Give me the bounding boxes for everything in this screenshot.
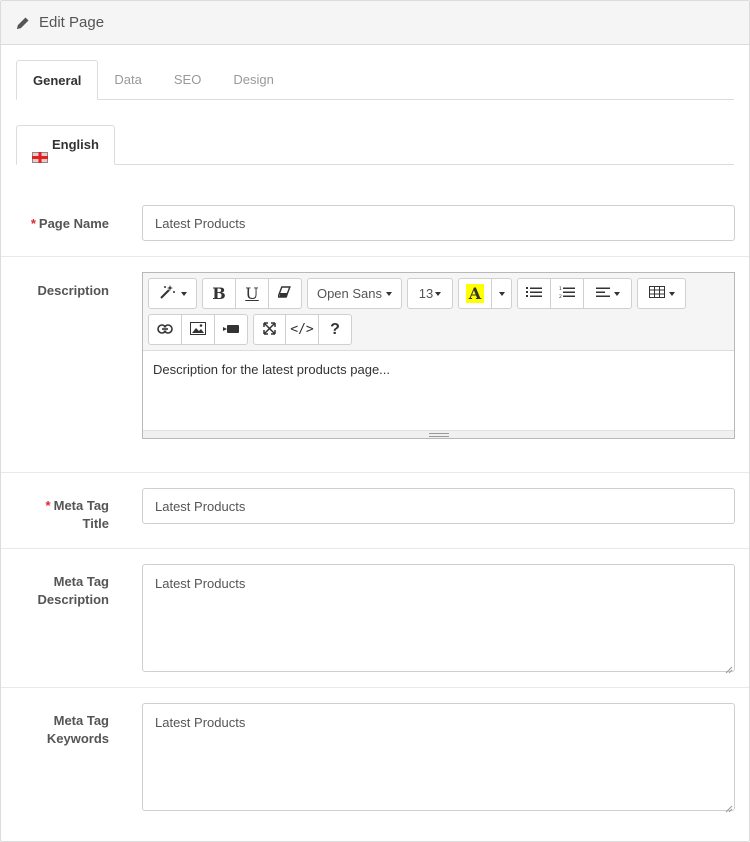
resize-handle-icon[interactable] xyxy=(725,662,733,674)
table-icon xyxy=(648,286,665,301)
language-tabs: English xyxy=(16,125,734,165)
highlight-a-icon: A xyxy=(465,284,485,303)
underline-button[interactable]: U xyxy=(236,278,269,309)
panel-heading: Edit Page xyxy=(1,1,749,45)
bullet-list-button[interactable] xyxy=(517,278,551,309)
eraser-icon xyxy=(277,286,292,301)
meta-title-input[interactable] xyxy=(142,488,735,524)
font-family-dropdown[interactable]: Open Sans xyxy=(307,278,402,309)
resize-handle-icon[interactable] xyxy=(725,801,733,813)
tab-language-english[interactable]: English xyxy=(16,125,115,165)
svg-text:2: 2 xyxy=(559,294,562,299)
fullscreen-button[interactable] xyxy=(253,314,286,345)
editor-toolbar: B U Open Sans 13 A 1 2 </> ? xyxy=(143,273,734,351)
tab-seo[interactable]: SEO xyxy=(158,60,217,100)
insert-image-button[interactable] xyxy=(182,314,215,345)
tab-general[interactable]: General xyxy=(16,60,99,100)
paragraph-align-dropdown[interactable] xyxy=(584,278,632,309)
meta-description-textarea[interactable]: Latest Products xyxy=(142,564,735,672)
help-button[interactable]: ? xyxy=(319,314,352,345)
ordered-list-icon: 12 xyxy=(559,286,575,302)
editor-content[interactable]: Description for the latest products page… xyxy=(143,351,734,431)
style-magic-button[interactable] xyxy=(148,278,197,309)
tab-language-label: English xyxy=(52,137,99,152)
tab-design[interactable]: Design xyxy=(217,60,289,100)
edit-page-panel: Edit Page General Data SEO Design Englis… xyxy=(0,0,750,842)
align-left-icon xyxy=(595,286,610,301)
numbered-list-button[interactable]: 12 xyxy=(551,278,584,309)
expand-icon xyxy=(263,321,276,338)
rich-text-editor: B U Open Sans 13 A 1 2 </> ? Description… xyxy=(142,272,735,439)
tab-data[interactable]: Data xyxy=(98,60,157,100)
image-icon xyxy=(190,321,206,338)
magic-wand-icon xyxy=(159,284,177,303)
pencil-icon xyxy=(16,16,30,30)
page-title: Edit Page xyxy=(39,14,105,31)
meta-keywords-textarea[interactable]: Latest Products xyxy=(142,703,735,811)
description-label: Description xyxy=(37,283,109,298)
page-name-input[interactable] xyxy=(142,205,735,241)
meta-description-label: Meta Tag Description xyxy=(37,574,109,607)
flag-uk-icon xyxy=(32,140,48,163)
code-view-button[interactable]: </> xyxy=(286,314,319,345)
svg-text:1: 1 xyxy=(559,286,562,292)
video-icon xyxy=(223,322,239,337)
highlight-color-button[interactable]: A xyxy=(458,278,492,309)
color-dropdown-button[interactable] xyxy=(492,278,512,309)
page-name-label: * Page Name xyxy=(30,216,109,231)
editor-resize-bar[interactable] xyxy=(143,430,734,438)
insert-link-button[interactable] xyxy=(148,314,182,345)
resize-grip-icon xyxy=(428,432,449,437)
bold-button[interactable]: B xyxy=(202,278,236,309)
unordered-list-icon xyxy=(526,286,542,301)
main-tabs: General Data SEO Design xyxy=(16,60,734,100)
meta-keywords-label: Meta Tag Keywords xyxy=(46,713,109,746)
meta-title-label: * Meta Tag Title xyxy=(45,498,109,531)
link-icon xyxy=(157,322,173,337)
table-dropdown[interactable] xyxy=(637,278,686,309)
font-size-dropdown[interactable]: 13 xyxy=(407,278,453,309)
eraser-button[interactable] xyxy=(269,278,302,309)
insert-video-button[interactable] xyxy=(215,314,248,345)
